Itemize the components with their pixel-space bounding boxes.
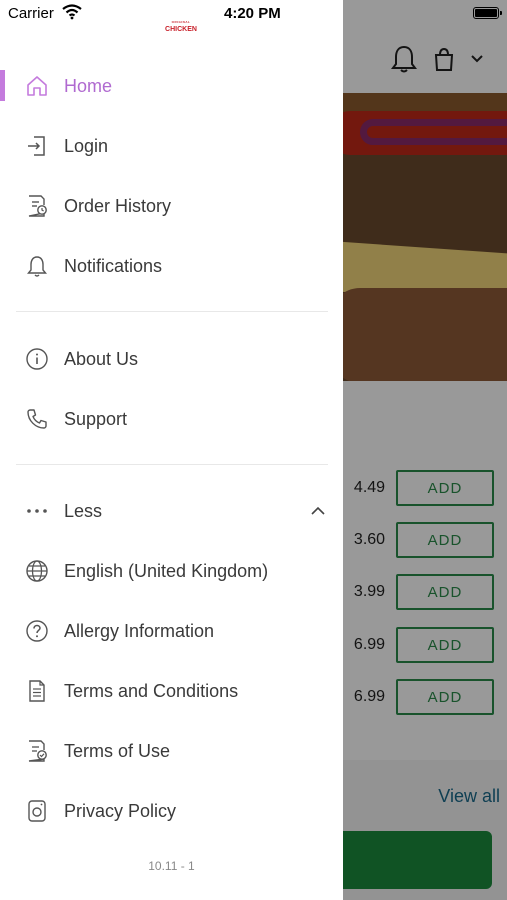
question-icon [24,618,50,644]
menu-item-label: Login [64,135,109,156]
menu-item-label: Support [64,408,128,429]
menu-item-language[interactable]: English (United Kingdom) [0,541,343,601]
navigation-drawer: ORIGINAL CHICKEN Home Login Order Histor… [0,0,343,900]
menu-item-label: English (United Kingdom) [64,560,269,581]
document-icon [24,678,50,704]
bell-icon [24,253,50,279]
home-icon [24,73,50,99]
order-history-icon [24,193,50,219]
wifi-icon [62,4,82,20]
carrier-label: Carrier [8,5,54,22]
menu-item-label: Home [64,75,113,96]
menu-item-home[interactable]: Home [0,56,343,116]
menu-item-login[interactable]: Login [0,116,343,176]
menu-item-label: About Us [64,348,139,369]
login-icon [24,133,50,159]
menu-item-label: Less [64,500,103,521]
menu-divider [16,311,328,312]
menu-divider [16,464,328,465]
menu-item-notifications[interactable]: Notifications [0,236,343,296]
clock: 4:20 PM [224,5,281,22]
menu-item-label: Allergy Information [64,620,215,641]
menu-item-label: Privacy Policy [64,800,177,821]
menu-item-label: Terms of Use [64,740,171,761]
phone-icon [24,406,50,432]
menu-item-privacy-policy[interactable]: Privacy Policy [0,781,343,841]
menu-item-order-history[interactable]: Order History [0,176,343,236]
battery-icon [473,7,502,19]
menu-item-terms-and-conditions[interactable]: Terms and Conditions [0,661,343,721]
menu-item-label: Order History [64,195,172,216]
menu-item-label: Terms and Conditions [64,680,239,701]
status-bar: Carrier 4:20 PM [0,0,507,28]
menu-item-label: Notifications [64,255,163,276]
menu-item-about-us[interactable]: About Us [0,329,343,389]
info-icon [24,346,50,372]
globe-icon [24,558,50,584]
app-version: 10.11 - 1 [148,859,195,873]
chevron-up-icon [311,506,325,515]
document-check-icon [24,738,50,764]
menu-item-terms-of-use[interactable]: Terms of Use [0,721,343,781]
menu-item-allergy-information[interactable]: Allergy Information [0,601,343,661]
more-dots-icon [24,498,50,524]
privacy-icon [24,798,50,824]
menu-item-support[interactable]: Support [0,389,343,449]
menu-item-less[interactable]: Less [0,481,343,541]
